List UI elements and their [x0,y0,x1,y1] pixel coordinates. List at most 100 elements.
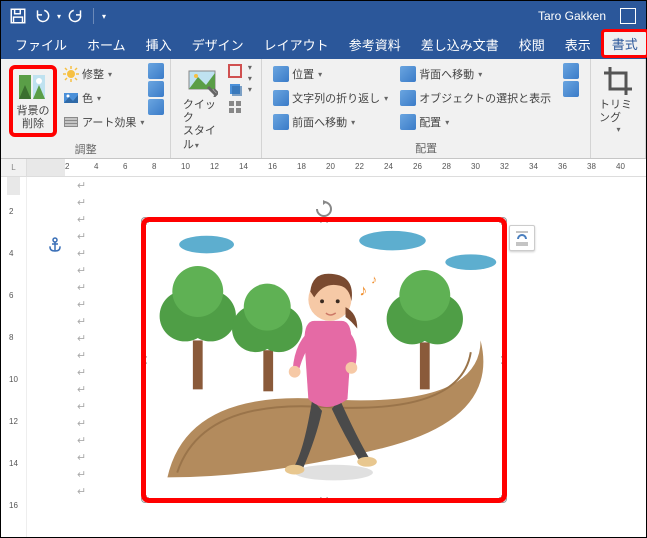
tab-design[interactable]: デザイン [182,30,254,59]
remove-background-label-1: 背景の [17,105,50,118]
ruler-v-tick: 4 [9,249,13,258]
picture-border-icon[interactable] [227,63,243,79]
svg-text:♪: ♪ [359,282,367,299]
svg-text:♪: ♪ [371,274,377,287]
quick-styles-button[interactable]: クイック スタイル▾ [181,63,223,154]
ruler-v-tick: 12 [9,417,18,426]
title-bar: ▾ ▾ Taro Gakken [1,1,646,31]
reset-picture-icon[interactable] [148,99,164,115]
layout-options-button[interactable] [509,225,535,251]
tab-layout[interactable]: レイアウト [254,30,339,59]
remove-background-button[interactable]: 背景の 削除 [13,69,53,133]
tab-insert[interactable]: 挿入 [136,30,182,59]
position-label: 位置 [292,66,314,82]
picture-layout-icon[interactable] [227,99,243,115]
ruler-horizontal[interactable]: L 246810121416182022242628303234363840 [1,159,646,177]
group-arrange-label: 配置 [415,140,437,156]
tab-references[interactable]: 参考資料 [339,30,411,59]
crop-button[interactable]: トリミング ▾ [597,63,639,137]
picture-effects-dropdown[interactable]: ▾ [248,74,252,83]
ruler-h-tick: 4 [94,162,98,171]
quick-access-toolbar: ▾ ▾ [1,7,114,25]
rotate-icon[interactable] [563,81,579,97]
ruler-h-tick: 40 [616,162,625,171]
position-button[interactable]: 位置▾ [273,63,388,85]
color-icon [63,90,79,106]
ruler-h-tick: 14 [239,162,248,171]
ribbon-tabs: ファイル ホーム 挿入 デザイン レイアウト 参考資料 差し込み文書 校閲 表示… [1,31,646,59]
corrections-label: 修整 [82,66,104,82]
ruler-h-tick: 18 [297,162,306,171]
ruler-h-tick: 10 [181,162,190,171]
quick-styles-icon [186,65,218,97]
corrections-button[interactable]: 修整▾ [63,63,144,85]
document-area: 246810121416 ↵↵↵↵↵↵↵↵↵↵↵↵↵↵↵↵↵↵↵ [1,177,646,537]
remove-background-icon [17,71,49,103]
ruler-v-tick: 10 [9,375,18,384]
ruler-h-tick: 28 [442,162,451,171]
send-backward-button[interactable]: 背面へ移動▾ [400,63,551,85]
ruler-h-tick: 38 [587,162,596,171]
bring-forward-button[interactable]: 前面へ移動▾ [273,111,388,133]
quick-styles-label-1: クイック [183,99,221,125]
ruler-h-tick: 32 [500,162,509,171]
ruler-h-tick: 30 [471,162,480,171]
ruler-corner-tab-icon[interactable]: L [1,159,27,176]
ruler-h-tick: 16 [268,162,277,171]
group-objects-icon[interactable] [563,63,579,79]
wrap-text-button[interactable]: 文字列の折り返し▾ [273,87,388,109]
tab-view[interactable]: 表示 [555,30,601,59]
art-effects-label: アート効果 [82,114,136,130]
group-arrange: 位置▾ 文字列の折り返し▾ 前面へ移動▾ 背面へ移動▾ オブジェクトの選択と表示… [262,59,591,158]
ruler-h-tick: 2 [65,162,69,171]
user-name-label: Taro Gakken [538,9,606,23]
ruler-v-tick: 16 [9,501,18,510]
art-effects-button[interactable]: アート効果▾ [63,111,144,133]
ruler-h-tick: 8 [152,162,156,171]
remove-background-label-2: 削除 [22,118,44,131]
qat-customize-icon[interactable]: ▾ [102,12,106,21]
ribbon: 背景の 削除 修整▾ 色▾ アート効果▾ [1,59,646,159]
ruler-v-tick: 14 [9,459,18,468]
color-label: 色 [82,90,93,106]
ruler-h-tick: 34 [529,162,538,171]
compress-picture-icon[interactable] [148,63,164,79]
ribbon-display-icon[interactable] [620,8,636,24]
undo-icon[interactable] [33,7,51,25]
tab-home[interactable]: ホーム [77,30,136,59]
crop-icon [602,65,634,97]
group-adjust: 背景の 削除 修整▾ 色▾ アート効果▾ [1,59,171,158]
change-picture-icon[interactable] [148,81,164,97]
send-backward-icon [400,66,416,82]
tab-mailings[interactable]: 差し込み文書 [411,30,509,59]
tab-file[interactable]: ファイル [5,30,77,59]
ruler-v-tick: 6 [9,291,13,300]
tab-review[interactable]: 校閲 [509,30,555,59]
selection-pane-label: オブジェクトの選択と表示 [419,90,551,106]
redo-icon[interactable] [67,7,85,25]
selected-picture[interactable]: ♪ ♪ [145,221,503,499]
wrap-text-icon [273,90,289,106]
color-button[interactable]: 色▾ [63,87,144,109]
selection-pane-button[interactable]: オブジェクトの選択と表示 [400,87,551,109]
picture-effects-icon[interactable] [227,81,243,97]
align-button[interactable]: 配置▾ [400,111,551,133]
picture-border-dropdown[interactable]: ▾ [248,63,252,72]
ruler-h-tick: 6 [123,162,127,171]
position-icon [273,66,289,82]
anchor-icon[interactable] [47,237,63,253]
page[interactable]: ↵↵↵↵↵↵↵↵↵↵↵↵↵↵↵↵↵↵↵ [27,177,646,537]
selection-pane-icon [400,90,416,106]
corrections-icon [63,66,79,82]
save-icon[interactable] [9,7,27,25]
tab-format[interactable]: 書式 [601,29,647,58]
picture-layout-dropdown[interactable]: ▾ [248,85,252,94]
paragraph-marks: ↵↵↵↵↵↵↵↵↵↵↵↵↵↵↵↵↵↵↵ [77,179,86,498]
group-size: トリミング ▾ [591,59,646,158]
ruler-vertical[interactable]: 246810121416 [1,177,27,537]
rotate-handle-icon[interactable] [314,199,334,219]
crop-label: トリミング [599,99,637,125]
art-effects-icon [63,114,79,130]
undo-dropdown-icon[interactable]: ▾ [57,12,61,21]
group-picture-styles: クイック スタイル▾ ▾ ▾ ▾ 図のスタイル⤡ [171,59,262,158]
